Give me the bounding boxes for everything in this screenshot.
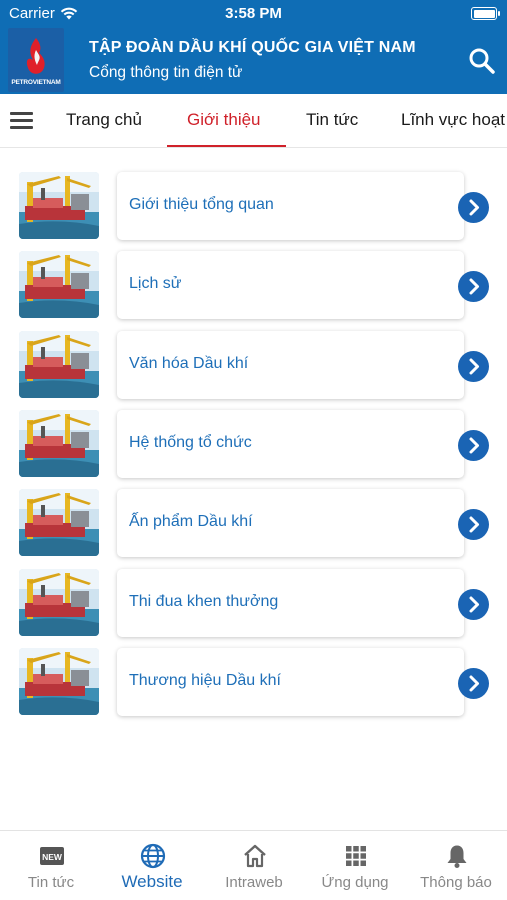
news-icon: NEW — [40, 847, 64, 865]
list-item[interactable]: Hệ thống tổ chức — [0, 404, 507, 478]
item-thumbnail[interactable] — [19, 251, 99, 319]
chevron-right-icon — [469, 199, 479, 216]
chevron-right-icon — [469, 437, 479, 454]
item-thumbnail[interactable] — [19, 568, 99, 636]
item-card[interactable]: Thương hiệu Dầu khí — [117, 647, 464, 716]
item-card[interactable]: Hệ thống tổ chức — [117, 409, 464, 478]
tab-tin-tuc[interactable]: Tin tức — [306, 110, 358, 130]
category-tabs: Trang chủ Giới thiệu Tin tức Lĩnh vực ho… — [0, 94, 507, 148]
chevron-right-icon — [469, 516, 479, 533]
list-item[interactable]: Thương hiệu Dầu khí — [0, 642, 507, 716]
petrovietnam-logo[interactable]: PETROVIETNAM — [8, 28, 64, 92]
item-label: Lịch sử — [129, 275, 182, 293]
chevron-right-icon — [469, 675, 479, 692]
globe-icon — [140, 843, 166, 869]
header-title: TẬP ĐOÀN DẦU KHÍ QUỐC GIA VIỆT NAM — [89, 39, 416, 56]
chevron-right-icon — [469, 596, 479, 612]
item-thumbnail[interactable] — [19, 330, 99, 398]
item-card[interactable]: Ấn phẩm Dầu khí — [117, 489, 464, 558]
header-subtitle: Cổng thông tin điện tử — [89, 64, 243, 81]
list-item[interactable]: Ấn phẩm Dầu khí — [0, 483, 507, 558]
item-label: Ấn phẩm Dầu khí — [129, 513, 253, 531]
item-thumbnail[interactable] — [19, 409, 99, 477]
bottom-tab-website[interactable]: Website — [102, 831, 202, 900]
item-arrow-button[interactable] — [458, 350, 489, 382]
apps-grid-icon — [346, 846, 366, 866]
bottom-tab-ung-dung[interactable]: Ứng dụng — [305, 831, 405, 900]
item-card[interactable]: Giới thiệu tổng quan — [117, 172, 464, 240]
bottom-tab-label: Ứng dụng — [321, 874, 389, 891]
battery-icon — [471, 7, 500, 20]
item-card[interactable]: Văn hóa Dầu khí — [117, 330, 464, 399]
item-label: Giới thiệu tổng quan — [129, 196, 274, 213]
hamburger-menu-button[interactable] — [10, 110, 34, 132]
list-item[interactable]: Văn hóa Dầu khí — [0, 325, 507, 399]
item-card[interactable]: Lịch sử — [117, 251, 464, 320]
bottom-tab-intraweb[interactable]: Intraweb — [204, 831, 304, 900]
active-tab-indicator — [167, 145, 286, 147]
item-label: Thi đua khen thưởng — [129, 592, 279, 610]
logo-text: PETROVIETNAM — [11, 79, 61, 86]
bottom-tab-label: Intraweb — [225, 874, 283, 891]
chevron-right-icon — [469, 358, 479, 375]
bottom-tab-tin-tuc[interactable]: NEW Tin tức — [1, 831, 101, 900]
item-thumbnail[interactable] — [19, 647, 99, 715]
chevron-right-icon — [469, 278, 479, 295]
item-label: Văn hóa Dầu khí — [129, 354, 249, 372]
bottom-tab-bar: NEW Tin tức Website Intraweb Ứng dụng Th… — [0, 830, 507, 900]
item-arrow-button[interactable] — [458, 429, 489, 461]
status-bar: Carrier 3:58 PM — [0, 0, 507, 28]
search-button[interactable] — [467, 46, 497, 76]
home-icon — [244, 844, 266, 868]
bottom-tab-label: Thông báo — [420, 874, 492, 891]
tab-trang-chu[interactable]: Trang chủ — [66, 110, 142, 130]
item-arrow-button[interactable] — [458, 192, 489, 223]
tab-linh-vuc-hoat-dong[interactable]: Lĩnh vực hoạt — [401, 110, 505, 130]
item-card[interactable]: Thi đua khen thưởng — [117, 568, 464, 637]
item-label: Hệ thống tổ chức — [129, 433, 252, 451]
bottom-tab-label: Website — [121, 872, 183, 891]
item-thumbnail[interactable] — [19, 172, 99, 239]
search-icon — [469, 48, 495, 74]
item-arrow-button[interactable] — [458, 509, 489, 541]
bottom-tab-thong-bao[interactable]: Thông báo — [406, 831, 506, 900]
item-arrow-button[interactable] — [458, 271, 489, 303]
bottom-tab-label: Tin tức — [27, 874, 75, 891]
list-item[interactable]: Lịch sử — [0, 245, 507, 320]
list-item[interactable]: Thi đua khen thưởng — [0, 563, 507, 637]
status-time: 3:58 PM — [225, 5, 282, 22]
list-item[interactable]: Giới thiệu tổng quan — [0, 166, 507, 240]
tab-gioi-thieu[interactable]: Giới thiệu — [187, 110, 261, 130]
item-label: Thương hiệu Dầu khí — [129, 671, 281, 689]
svg-text:NEW: NEW — [42, 852, 63, 862]
flame-icon — [26, 38, 45, 74]
item-thumbnail[interactable] — [19, 489, 99, 557]
app-header: PETROVIETNAM TẬP ĐOÀN DẦU KHÍ QUỐC GIA V… — [0, 28, 507, 94]
bell-icon — [447, 845, 467, 868]
item-arrow-button[interactable] — [458, 667, 489, 699]
item-arrow-button[interactable] — [458, 588, 489, 620]
app: Carrier 3:58 PM PETROVIETNAM TẬP ĐOÀN DẦ… — [0, 0, 507, 900]
